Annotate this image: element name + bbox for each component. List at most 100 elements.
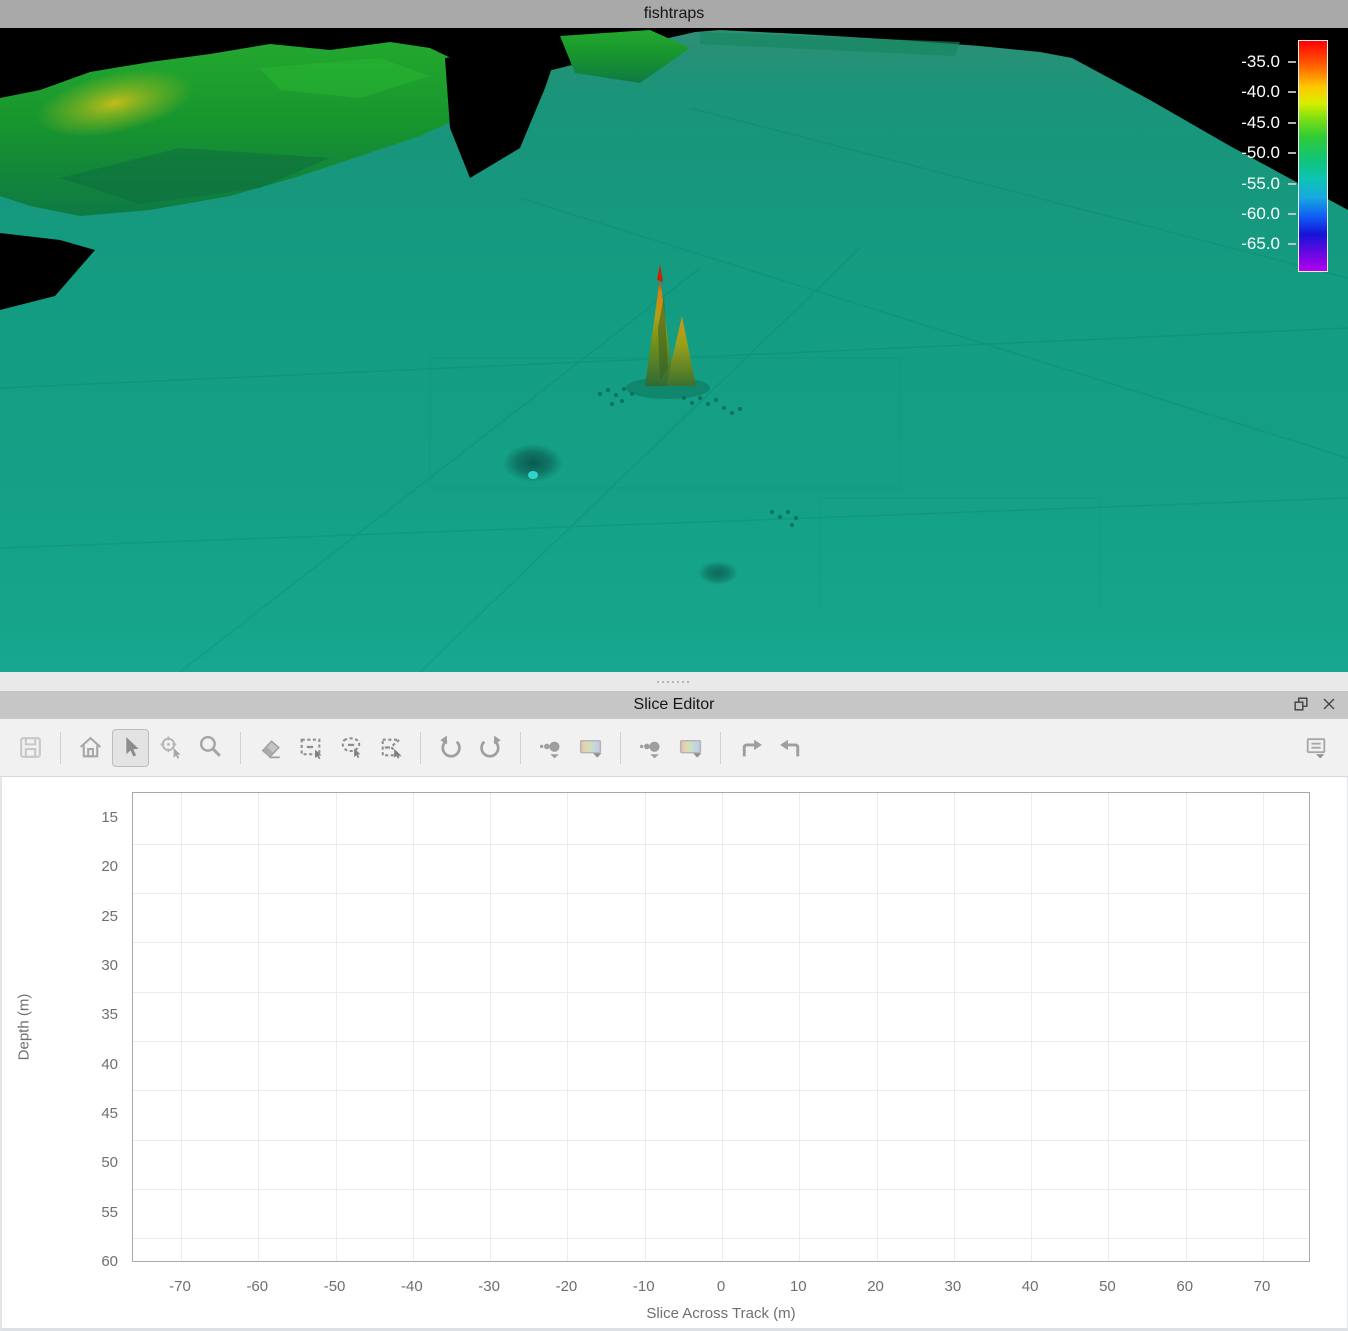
zoom-button[interactable] [192, 729, 229, 767]
point-display-large-button[interactable] [632, 729, 669, 767]
colorbar-label: -65.0 [1210, 233, 1280, 255]
v-gridline [567, 793, 568, 1261]
seafloor-3d-render [0, 28, 1348, 672]
point-size-icon [637, 734, 664, 761]
deselect-rectangle-icon [297, 734, 324, 761]
view3d-titlebar: fishtraps [0, 0, 1348, 28]
h-gridline [133, 893, 1309, 894]
y-tick-label: 20 [2, 856, 118, 878]
x-tick-label: 70 [1254, 1276, 1271, 1298]
y-tick-label: 30 [2, 955, 118, 977]
slice-editor-titlebar[interactable]: Slice Editor [0, 691, 1348, 719]
colorbar-label: -35.0 [1210, 51, 1280, 73]
close-icon [1320, 695, 1338, 713]
x-tick-label: 50 [1099, 1276, 1116, 1298]
y-tick-label: 55 [2, 1202, 118, 1224]
turn-right-button[interactable] [732, 729, 769, 767]
y-tick-label: 15 [2, 807, 118, 829]
magnifier-icon [197, 734, 224, 761]
v-gridline [799, 793, 800, 1261]
save-icon [17, 734, 44, 761]
colorbar-tick [1288, 122, 1296, 124]
h-gridline [133, 1140, 1309, 1141]
v-gridline [1186, 793, 1187, 1261]
v-gridline [722, 793, 723, 1261]
colorbar-label: -45.0 [1210, 112, 1280, 134]
toolbar-separator [520, 732, 521, 764]
v-gridline [1263, 793, 1264, 1261]
home-icon [77, 734, 104, 761]
close-panel-button[interactable] [1318, 694, 1340, 716]
slice-editor-title: Slice Editor [634, 696, 715, 714]
x-tick-label: -50 [324, 1276, 346, 1298]
v-gridline [490, 793, 491, 1261]
v-gridline [1108, 793, 1109, 1261]
v-gridline [645, 793, 646, 1261]
view3d-title: fishtraps [644, 5, 704, 23]
colorbar-label: -50.0 [1210, 142, 1280, 164]
x-tick-label: 0 [717, 1276, 725, 1298]
depth-colorbar: -35.0 -40.0 -45.0 -50.0 -55.0 -60.0 -65.0 [1168, 40, 1328, 272]
y-axis-label: Depth (m) [16, 994, 33, 1061]
annotation-options-button[interactable] [1297, 729, 1334, 767]
v-gridline [258, 793, 259, 1261]
h-gridline [133, 992, 1309, 993]
deselect-lasso-button[interactable] [332, 729, 369, 767]
toolbar-separator [420, 732, 421, 764]
colorbar-label: -40.0 [1210, 81, 1280, 103]
float-panel-button[interactable] [1290, 694, 1312, 716]
pointer-cursor-icon [117, 734, 144, 761]
deselect-polygon-button[interactable] [372, 729, 409, 767]
pointer-select-button[interactable] [112, 729, 149, 767]
y-tick-label: 50 [2, 1152, 118, 1174]
y-tick-label: 60 [2, 1251, 118, 1273]
colorbar-tick [1288, 91, 1296, 93]
undo-button[interactable] [432, 729, 469, 767]
colormap-small-button[interactable] [572, 729, 609, 767]
splitter-handle-icon [657, 681, 691, 683]
h-gridline [133, 1238, 1309, 1239]
colorbar-label: -60.0 [1210, 203, 1280, 225]
turn-left-button[interactable] [772, 729, 809, 767]
bathymetry-3d-viewport[interactable]: -35.0 -40.0 -45.0 -50.0 -55.0 -60.0 -65.0 [0, 28, 1348, 672]
x-tick-label: -70 [169, 1276, 191, 1298]
eraser-button[interactable] [252, 729, 289, 767]
x-tick-label: 40 [1022, 1276, 1039, 1298]
toolbar-separator [720, 732, 721, 764]
undo-icon [437, 734, 464, 761]
h-gridline [133, 942, 1309, 943]
v-gridline [1031, 793, 1032, 1261]
point-size-icon [537, 734, 564, 761]
colormap-large-button[interactable] [672, 729, 709, 767]
panel-splitter[interactable] [0, 672, 1348, 691]
h-gridline [133, 1189, 1309, 1190]
y-tick-label: 25 [2, 906, 118, 928]
x-tick-label: -40 [401, 1276, 423, 1298]
h-gridline [133, 844, 1309, 845]
colormap-icon [577, 734, 604, 761]
deselect-lasso-icon [337, 734, 364, 761]
colorbar-tick [1288, 183, 1296, 185]
colorbar-tick [1288, 243, 1296, 245]
redo-button[interactable] [472, 729, 509, 767]
deselect-rectangle-button[interactable] [292, 729, 329, 767]
zoom-to-point-icon [157, 734, 184, 761]
x-tick-label: -60 [246, 1276, 268, 1298]
point-display-small-button[interactable] [532, 729, 569, 767]
x-tick-label: -20 [556, 1276, 578, 1298]
home-button[interactable] [72, 729, 109, 767]
x-tick-label: -10 [633, 1276, 655, 1298]
save-button[interactable] [12, 729, 49, 767]
slice-plot-area[interactable] [132, 792, 1310, 1262]
colorbar-tick [1288, 61, 1296, 63]
v-gridline [181, 793, 182, 1261]
colorbar-label: -55.0 [1210, 173, 1280, 195]
x-tick-label: 10 [790, 1276, 807, 1298]
colormap-icon [677, 734, 704, 761]
x-tick-label: -30 [478, 1276, 500, 1298]
v-gridline [336, 793, 337, 1261]
zoom-to-point-button[interactable] [152, 729, 189, 767]
turn-right-arrow-icon [737, 734, 764, 761]
toolbar-separator [60, 732, 61, 764]
slice-editor-toolbar [0, 719, 1348, 777]
